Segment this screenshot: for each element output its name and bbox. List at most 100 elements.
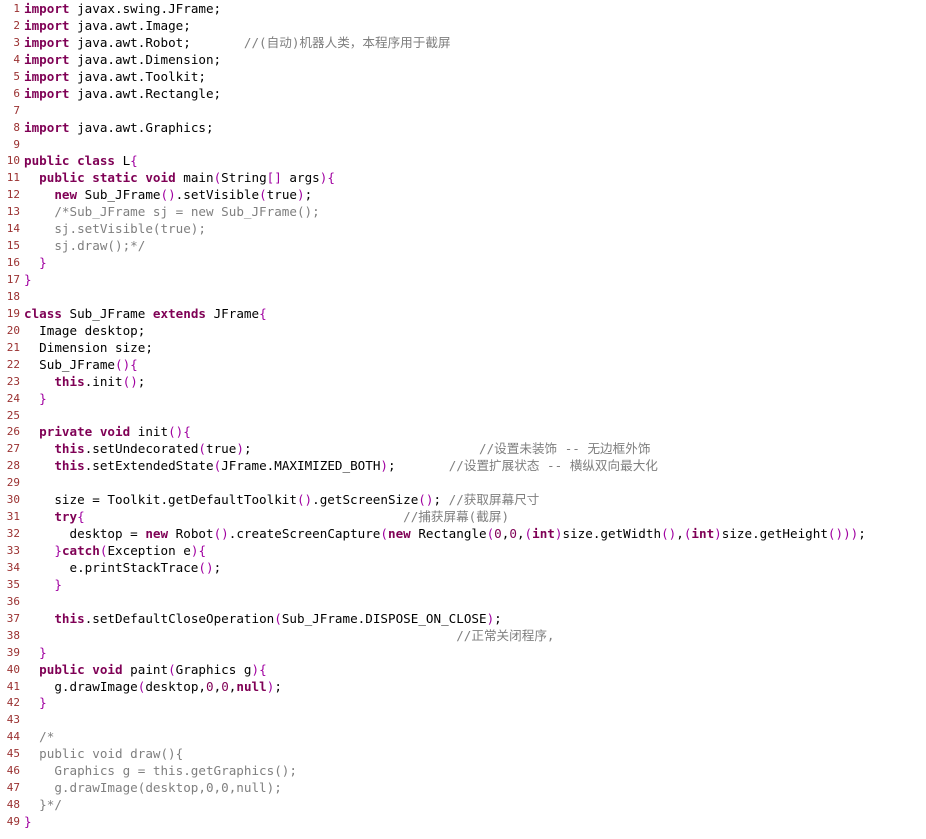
code-token-kw: new [54,187,78,203]
code-token-tx: ; [304,187,313,203]
code-token-kw: public class [24,153,115,169]
code-line[interactable]: 37 this.setDefaultCloseOperation(Sub_JFr… [0,611,926,628]
code-line[interactable]: 22 Sub_JFrame(){ [0,357,926,374]
code-line[interactable]: 23 this.init(); [0,374,926,391]
code-token-pn: () [122,373,138,389]
code-token-tx: .setDefaultCloseOperation [84,610,275,626]
code-line[interactable]: 26 private void init(){ [0,424,926,441]
code-line[interactable]: 48 }*/ [0,797,926,814]
code-text: e.printStackTrace(); [24,560,926,577]
code-token-tx: true [206,441,237,457]
code-token-tx [24,187,54,202]
code-line[interactable]: 46 Graphics g = this.getGraphics(); [0,763,926,780]
code-text: }catch(Exception e){ [24,543,926,560]
code-line[interactable]: 28 this.setExtendedState(JFrame.MAXIMIZE… [0,458,926,475]
code-token-pn: ( [168,661,176,677]
line-number: 13 [6,205,20,219]
code-token-cm: //设置未装饰 -- 无边框外饰 [479,441,651,457]
code-line[interactable]: 12 new Sub_JFrame().setVisible(true); [0,187,926,204]
code-text: //正常关闭程序, [24,628,926,645]
code-line[interactable]: 18 [0,289,926,306]
code-token-kw: extends [152,305,206,321]
code-line[interactable]: 44 /* [0,729,926,746]
code-line[interactable]: 45 public void draw(){ [0,746,926,763]
code-line[interactable]: 34 e.printStackTrace(); [0,560,926,577]
code-token-tx: ; [243,441,479,457]
code-line[interactable]: 43 [0,712,926,729]
code-line[interactable]: 9 [0,137,926,154]
code-token-kw: public static void [39,170,176,186]
code-line[interactable]: 39 } [0,645,926,662]
line-number: 4 [13,52,20,66]
code-token-pn: } [24,814,32,829]
code-line[interactable]: 5 import java.awt.Toolkit; [0,69,926,86]
code-token-tx: Robot [168,526,214,542]
line-number: 1 [13,2,20,15]
code-line[interactable]: 11 public static void main(String[] args… [0,170,926,187]
line-number: 40 [6,662,20,676]
code-line[interactable]: 24 } [0,391,926,408]
code-token-pn: (){ [115,356,138,372]
code-token-kw: int [691,526,715,542]
code-line[interactable]: 38 //正常关闭程序, [0,628,926,645]
code-line[interactable]: 30 size = Toolkit.getDefaultToolkit().ge… [0,492,926,509]
code-token-tx: size.getHeight [721,526,828,542]
code-line[interactable]: 1 import javax.swing.JFrame; [0,1,926,18]
line-number: 41 [6,679,20,693]
code-line[interactable]: 36 [0,594,926,611]
code-text: public static void main(String[] args){ [24,170,926,187]
code-line[interactable]: 29 [0,475,926,492]
code-line[interactable]: 31 try{ //捕获屏幕(截屏) [0,509,926,526]
code-token-pn: ( [198,441,207,457]
code-line[interactable]: 21 Dimension size; [0,340,926,357]
code-line[interactable]: 3 import java.awt.Robot; //(自动)机器人类，本程序用于… [0,35,926,52]
code-token-tx: paint [122,661,169,677]
line-number: 31 [6,510,20,524]
code-line[interactable]: 27 this.setUndecorated(true); //设置未装饰 --… [0,441,926,458]
code-line[interactable]: 4 import java.awt.Dimension; [0,52,926,69]
line-number: 7 [13,103,20,117]
code-line[interactable]: 42 } [0,695,926,712]
code-editor[interactable]: 1 import javax.swing.JFrame; 2 import java.… [0,1,926,831]
code-token-pn: [] [266,170,282,186]
code-line[interactable]: 16 } [0,255,926,272]
code-text: public void paint(Graphics g){ [24,662,926,679]
code-token-tx: Exception e [107,543,191,558]
code-line[interactable]: 13 /*Sub_JFrame sj = new Sub_JFrame(); [0,204,926,221]
code-line[interactable]: 33 }catch(Exception e){ [0,543,926,560]
code-line[interactable]: 17} [0,272,926,289]
code-token-pn: () [213,526,229,542]
code-line[interactable]: 7 [0,103,926,120]
code-line[interactable]: 41 g.drawImage(desktop,0,0,null); [0,679,926,696]
code-token-tx: Dimension size; [24,339,153,355]
code-text: this.setUndecorated(true); //设置未装饰 -- 无边… [24,441,926,458]
code-token-tx: String [221,170,267,186]
code-line[interactable]: 15 sj.draw();*/ [0,238,926,255]
code-text: Sub_JFrame(){ [24,357,926,374]
line-number: 30 [6,493,20,507]
code-line[interactable]: 14 sj.setVisible(true); [0,221,926,238]
code-line[interactable]: 47 g.drawImage(desktop,0,0,null); [0,780,926,797]
code-line[interactable]: 6 import java.awt.Rectangle; [0,86,926,103]
code-line[interactable]: 8 import java.awt.Graphics; [0,120,926,137]
code-line[interactable]: 25 [0,408,926,425]
code-text: new Sub_JFrame().setVisible(true); [24,187,926,204]
code-token-tx: L [115,153,131,169]
code-token-pn: ())) [827,526,859,542]
code-line[interactable]: 10 public class L{ [0,153,926,170]
code-line[interactable]: 19 class Sub_JFrame extends JFrame{ [0,306,926,323]
code-text: } [24,695,926,712]
code-token-kw: catch [61,543,100,558]
code-line[interactable]: 49} [0,814,926,831]
code-token-tx: main [175,170,214,186]
code-token-tx: java.awt.Rectangle; [69,85,222,101]
code-token-cm: //获取屏幕尺寸 [448,492,540,508]
code-token-tx: java.awt.Dimension; [69,51,222,67]
code-line[interactable]: 20 Image desktop; [0,323,926,340]
code-token-tx: JFrame.MAXIMIZED_BOTH [221,458,381,474]
code-line[interactable]: 35 } [0,577,926,594]
code-line[interactable]: 2 import java.awt.Image; [0,18,926,35]
code-line[interactable]: 40 public void paint(Graphics g){ [0,662,926,679]
code-line[interactable]: 32 desktop = new Robot().createScreenCap… [0,526,926,543]
